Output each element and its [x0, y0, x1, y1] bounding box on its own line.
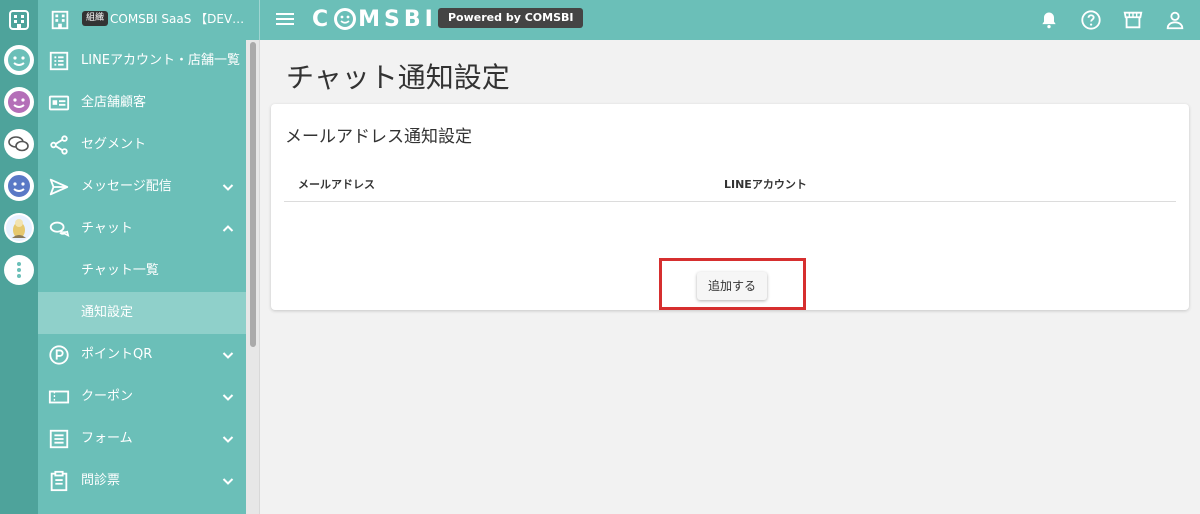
highlight-box	[659, 258, 806, 310]
sidebar-scrollbar[interactable]	[246, 40, 260, 514]
table-divider	[284, 201, 1176, 202]
chevron-down-icon	[222, 352, 234, 359]
character-icon[interactable]	[4, 213, 34, 243]
org-tag: 組織	[82, 11, 109, 26]
chevron-down-icon	[222, 394, 234, 401]
card-title: メールアドレス通知設定	[285, 127, 472, 147]
chevron-up-icon	[222, 225, 234, 232]
clipboard-icon	[48, 470, 70, 492]
logo-text-left: C	[312, 6, 333, 32]
org-selector[interactable]: 組織 COMSBI SaaS 【DEV】...	[0, 0, 260, 40]
sidebar-item-message-delivery[interactable]: メッセージ配信	[38, 166, 246, 208]
column-header-email[interactable]: メールアドレス	[298, 176, 375, 192]
logo-smile-icon	[334, 8, 357, 30]
sidebar-item-questionnaire[interactable]: 問診票	[38, 460, 246, 502]
form-icon	[48, 428, 70, 450]
scrollbar-thumb[interactable]	[250, 42, 256, 347]
org-building-icon	[48, 8, 72, 32]
sidebar-item-label: 問診票	[81, 473, 121, 488]
chat-icon	[48, 218, 70, 240]
smiley-blue-icon[interactable]	[4, 171, 34, 201]
top-bar: 組織 COMSBI SaaS 【DEV】... C MSBI Powered b…	[0, 0, 1200, 40]
sidebar-item-form[interactable]: フォーム	[38, 418, 246, 460]
sidebar-item-label: クーポン	[81, 389, 134, 404]
store-icon[interactable]	[1122, 9, 1144, 31]
comsbi-logo: C MSBI	[312, 5, 437, 33]
sidebar-item-label: フォーム	[81, 431, 133, 446]
sidebar-item-label: 通知設定	[81, 305, 134, 320]
sidebar-item-notification-settings[interactable]: 通知設定	[38, 292, 246, 334]
sidebar-item-chat[interactable]: チャット	[38, 208, 246, 250]
sidebar-item-segment[interactable]: セグメント	[38, 124, 246, 166]
logo-text-right: MSBI	[358, 6, 437, 32]
sidebar-item-label: ポイントQR	[81, 347, 153, 362]
help-icon[interactable]	[1080, 9, 1102, 31]
sidebar-item-point-qr[interactable]: ポイントQR	[38, 334, 246, 376]
send-icon	[48, 176, 70, 198]
org-switch-button[interactable]	[0, 0, 38, 40]
sidebar-item-chat-list[interactable]: チャット一覧	[38, 250, 246, 292]
sidebar-item-label: セグメント	[81, 137, 147, 152]
chevron-down-icon	[222, 436, 234, 443]
app-rail	[0, 40, 38, 514]
sidebar-item-label: チャット	[81, 221, 133, 236]
bell-icon[interactable]	[1038, 9, 1060, 31]
user-icon[interactable]	[1164, 9, 1186, 31]
sidebar-item-label: メッセージ配信	[81, 179, 172, 194]
more-icon[interactable]	[4, 255, 34, 285]
column-header-line-account[interactable]: LINEアカウント	[724, 176, 807, 192]
powered-by-badge: Powered by COMSBI	[438, 8, 584, 28]
chat-bubbles-icon[interactable]	[4, 129, 34, 159]
sidebar-item-label: LINEアカウント・店舗一覧	[81, 53, 241, 68]
id-card-icon	[48, 92, 70, 114]
coupon-icon	[48, 386, 70, 408]
building-icon	[9, 10, 29, 30]
sidebar-item-all-customers[interactable]: 全店舗顧客	[38, 82, 246, 124]
page-title: チャット通知設定	[286, 61, 510, 94]
share-icon	[48, 134, 70, 156]
smiley-purple-icon[interactable]	[4, 87, 34, 117]
sidebar-item-label: 全店舗顧客	[81, 95, 147, 110]
sidebar-item-line-accounts[interactable]: LINEアカウント・店舗一覧	[38, 40, 246, 82]
hamburger-menu-icon[interactable]	[276, 10, 294, 28]
chevron-down-icon	[222, 478, 234, 485]
chevron-down-icon	[222, 184, 234, 191]
sidebar-item-coupon[interactable]: クーポン	[38, 376, 246, 418]
list-icon	[48, 50, 70, 72]
sidebar: LINEアカウント・店舗一覧 全店舗顧客 セグメント メッセージ配信 チャット …	[38, 40, 246, 514]
smiley-teal-icon[interactable]	[4, 45, 34, 75]
org-name: COMSBI SaaS 【DEV】...	[110, 12, 255, 26]
point-icon	[48, 344, 70, 366]
sidebar-item-label: チャット一覧	[81, 263, 159, 278]
